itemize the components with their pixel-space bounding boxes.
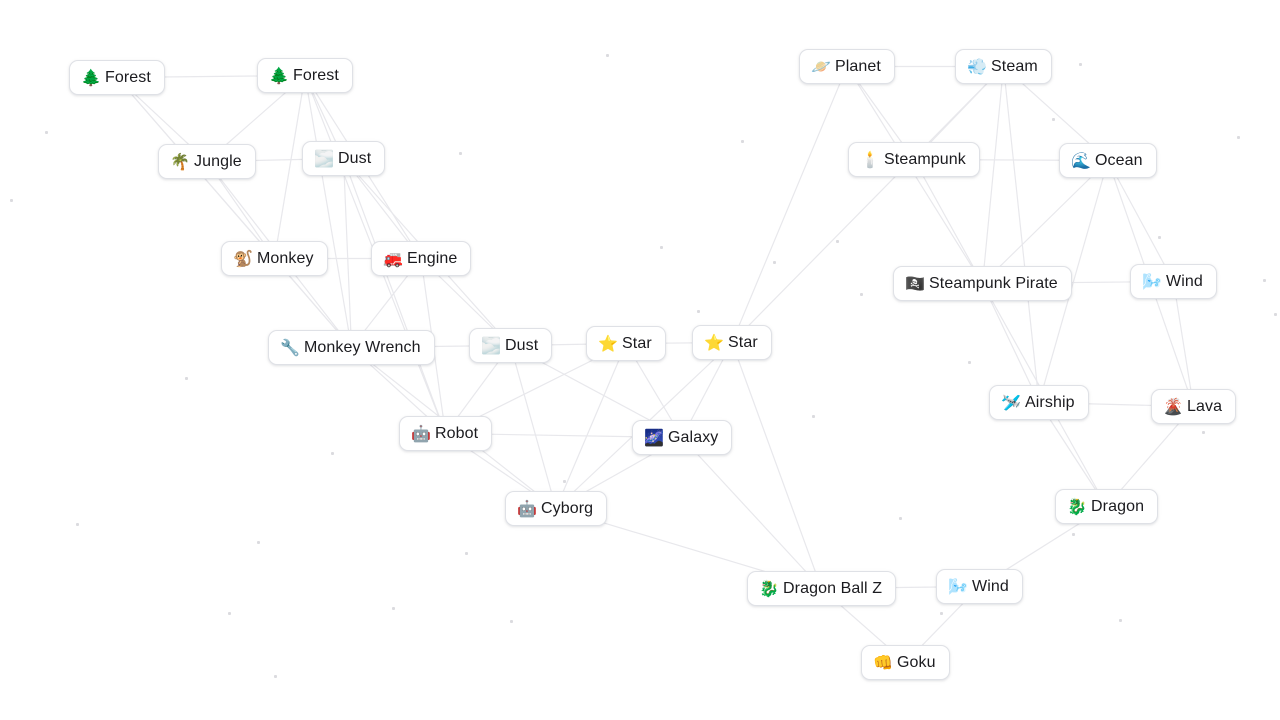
star-icon: ⭐ xyxy=(704,332,724,352)
evergreen-tree-icon: 🌲 xyxy=(81,67,101,87)
element-node-airship[interactable]: 🛩️ Airship xyxy=(989,385,1089,420)
element-node-engine[interactable]: 🚒 Engine xyxy=(371,241,472,276)
element-node-label: Wind xyxy=(972,578,1009,595)
element-node-label: Steam xyxy=(991,58,1038,75)
element-node-lava[interactable]: 🌋 Lava xyxy=(1151,389,1237,424)
volcano-icon: 🌋 xyxy=(1163,396,1183,416)
element-node-label: Wind xyxy=(1166,273,1203,290)
wind-face-icon: 🌬️ xyxy=(948,576,968,596)
element-node-star-b[interactable]: ⭐ Star xyxy=(692,325,772,360)
element-node-label: Planet xyxy=(835,58,881,75)
element-node-label: Dust xyxy=(505,337,539,354)
element-node-label: Monkey xyxy=(257,250,314,267)
fire-engine-icon: 🚒 xyxy=(383,248,403,268)
element-node-label: Goku xyxy=(897,654,936,671)
element-node-forest-b[interactable]: 🌲 Forest xyxy=(257,58,353,93)
element-node-label: Robot xyxy=(435,425,479,442)
wrench-icon: 🔧 xyxy=(280,337,300,357)
evergreen-tree-icon: 🌲 xyxy=(269,65,289,85)
wind-face-icon: 🌬️ xyxy=(1142,271,1162,291)
dash-icon: 💨 xyxy=(967,56,987,76)
monkey-icon: 🐒 xyxy=(233,248,253,268)
element-node-label: Forest xyxy=(105,69,151,86)
fist-icon: 👊 xyxy=(873,652,893,672)
element-node-label: Star xyxy=(728,334,758,351)
element-node-label: Lava xyxy=(1187,398,1223,415)
element-node-label: Star xyxy=(622,335,652,352)
element-node-robot[interactable]: 🤖 Robot xyxy=(399,416,493,451)
element-node-ocean[interactable]: 🌊 Ocean xyxy=(1059,143,1157,178)
element-node-cyborg[interactable]: 🤖 Cyborg xyxy=(505,491,608,526)
ringed-planet-icon: 🪐 xyxy=(811,56,831,76)
milky-way-icon: 🌌 xyxy=(644,427,664,447)
infinite-craft-canvas[interactable]: 🌲 Forest 🌲 Forest 🌴 Jungle 🌫️ Dust 🐒 Monkey 🚒 Engin… xyxy=(0,0,1280,720)
element-node-planet[interactable]: 🪐 Planet xyxy=(799,49,895,84)
dragon-icon: 🐉 xyxy=(1067,496,1087,516)
element-node-dragon[interactable]: 🐉 Dragon xyxy=(1055,489,1159,524)
element-node-monkey-wrench[interactable]: 🔧 Monkey Wrench xyxy=(268,330,435,365)
element-node-goku[interactable]: 👊 Goku xyxy=(861,645,950,680)
robot-icon: 🤖 xyxy=(517,498,537,518)
dragon-icon: 🐉 xyxy=(759,578,779,598)
element-node-label: Monkey Wrench xyxy=(304,339,421,356)
element-node-label: Cyborg xyxy=(541,500,594,517)
element-node-monkey[interactable]: 🐒 Monkey xyxy=(221,241,328,276)
element-node-jungle[interactable]: 🌴 Jungle xyxy=(158,144,256,179)
element-node-label: Engine xyxy=(407,250,458,267)
element-node-steampunk[interactable]: 🕯️ Steampunk xyxy=(848,142,980,177)
element-node-forest-a[interactable]: 🌲 Forest xyxy=(69,60,165,95)
element-node-dust-b[interactable]: 🌫️ Dust xyxy=(469,328,553,363)
element-node-wind-a[interactable]: 🌬️ Wind xyxy=(1130,264,1217,299)
element-node-label: Steampunk xyxy=(884,151,966,168)
element-node-star-a[interactable]: ⭐ Star xyxy=(586,326,666,361)
element-node-label: Galaxy xyxy=(668,429,719,446)
element-node-label: Jungle xyxy=(194,153,242,170)
star-icon: ⭐ xyxy=(598,333,618,353)
fog-icon: 🌫️ xyxy=(314,148,334,168)
candle-icon: 🕯️ xyxy=(860,149,880,169)
element-node-wind-b[interactable]: 🌬️ Wind xyxy=(936,569,1023,604)
element-node-steam[interactable]: 💨 Steam xyxy=(955,49,1052,84)
pirate-flag-icon: 🏴‍☠️ xyxy=(905,273,925,293)
element-node-label: Dragon xyxy=(1091,498,1145,515)
ocean-wave-icon: 🌊 xyxy=(1071,150,1091,170)
element-node-layer[interactable]: 🌲 Forest 🌲 Forest 🌴 Jungle 🌫️ Dust 🐒 Monkey 🚒 Engin… xyxy=(0,0,1280,720)
element-node-dust-a[interactable]: 🌫️ Dust xyxy=(302,141,386,176)
element-node-galaxy[interactable]: 🌌 Galaxy xyxy=(632,420,733,455)
fog-icon: 🌫️ xyxy=(481,335,501,355)
palm-tree-icon: 🌴 xyxy=(170,151,190,171)
element-node-label: Steampunk Pirate xyxy=(929,275,1058,292)
element-node-label: Airship xyxy=(1025,394,1075,411)
small-airplane-icon: 🛩️ xyxy=(1001,392,1021,412)
element-node-label: Dust xyxy=(338,150,372,167)
element-node-steampunk-pirate[interactable]: 🏴‍☠️ Steampunk Pirate xyxy=(893,266,1072,301)
robot-icon: 🤖 xyxy=(411,423,431,443)
element-node-label: Forest xyxy=(293,67,339,84)
element-node-dragon-ball-z[interactable]: 🐉 Dragon Ball Z xyxy=(747,571,897,606)
element-node-label: Ocean xyxy=(1095,152,1143,169)
element-node-label: Dragon Ball Z xyxy=(783,580,883,597)
